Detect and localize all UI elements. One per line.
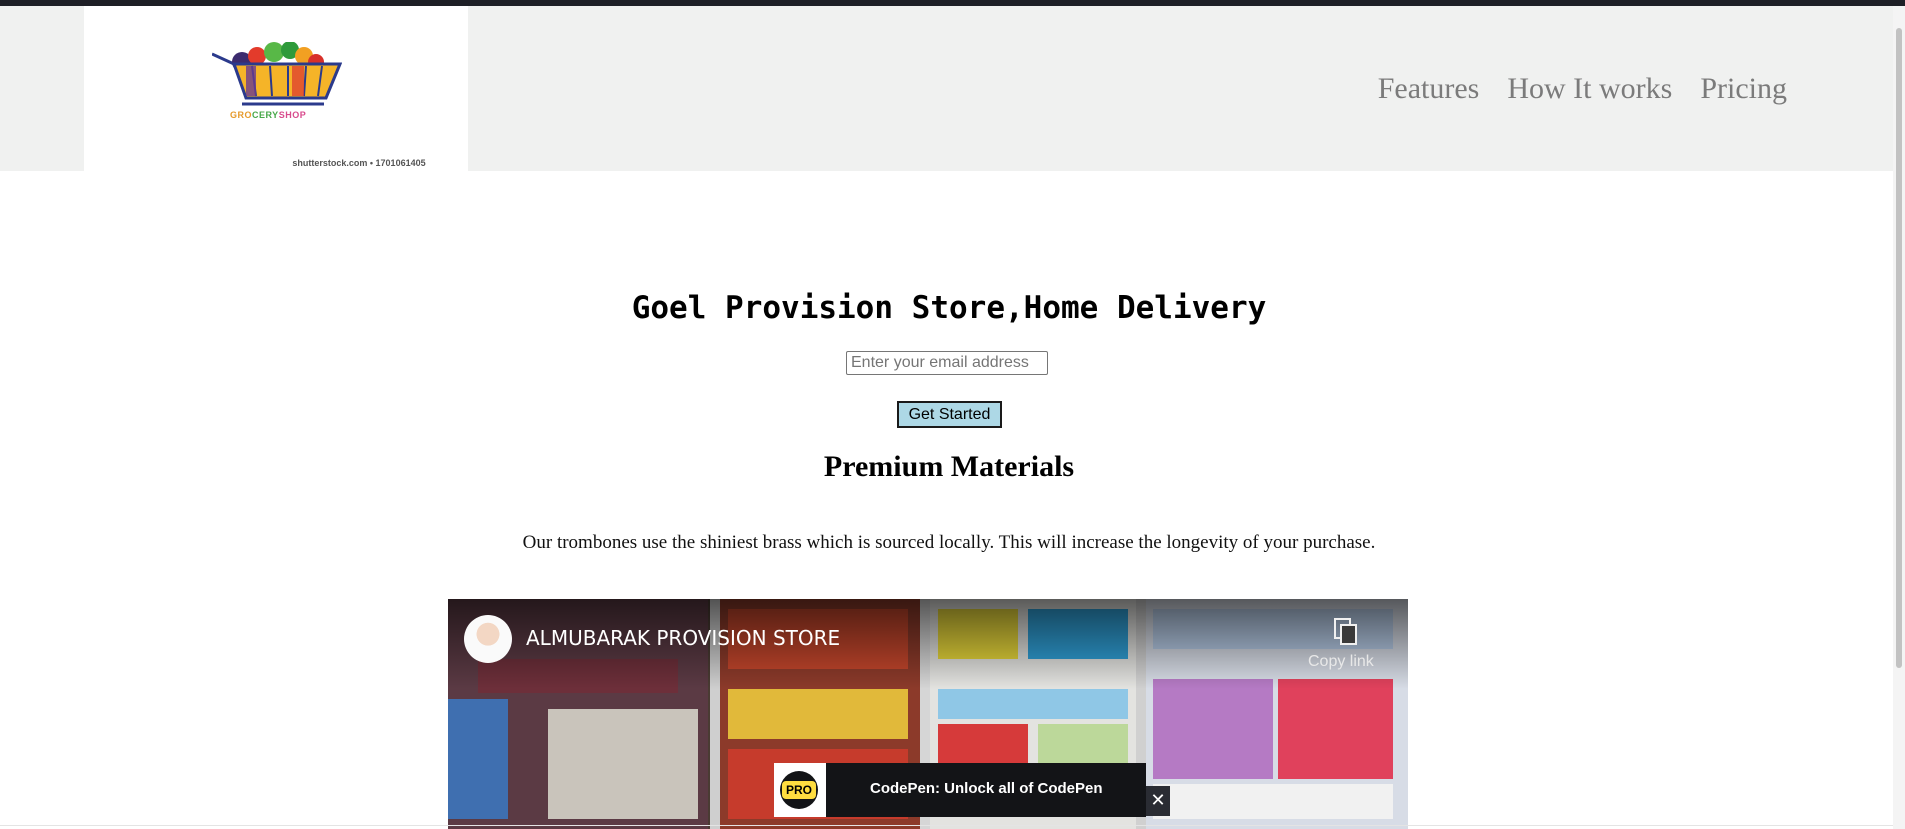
copy-link-label[interactable]: Copy link [1308,653,1374,671]
pro-badge-circle: PRO [780,771,818,809]
logo[interactable]: GROCERYSHOP shutterstock.com • 170106140… [84,6,468,171]
scrollbar-thumb[interactable] [1896,28,1902,668]
hero-title: Goel Provision Store,Home Delivery [631,290,1267,326]
nav-link-pricing[interactable]: Pricing [1700,72,1787,106]
page-bottom-divider [0,825,1893,826]
pro-badge: PRO [774,763,826,817]
email-input[interactable] [846,351,1048,375]
promo-text[interactable]: CodePen: Unlock all of CodePen [870,780,1103,797]
channel-name[interactable]: ALMUBARAK PROVISION STORE [526,626,840,650]
section-title: Premium Materials [823,450,1075,483]
nav-link-features[interactable]: Features [1378,72,1480,106]
site-header: GROCERYSHOP shutterstock.com • 170106140… [0,6,1905,171]
logo-wordmark-part: CERY [252,110,279,120]
logo-wordmark-part: SHOP [278,110,307,120]
page-scrollbar[interactable] [1893,6,1905,829]
logo-watermark: shutterstock.com • 1701061405 [292,158,426,168]
logo-wordmark-part: GRO [230,110,253,120]
get-started-button[interactable]: Get Started [897,401,1002,428]
logo-wordmark: GROCERYSHOP [230,110,306,120]
main-nav: Features How It works Pricing [1378,72,1787,106]
close-icon[interactable]: ✕ [1146,786,1170,816]
copy-icon[interactable] [1333,617,1359,647]
channel-avatar[interactable] [464,615,512,663]
nav-link-how-it-works[interactable]: How It works [1507,72,1672,106]
section-text: Our trombones use the shiniest brass whi… [522,532,1376,553]
codepen-promo-banner[interactable]: PRO CodePen: Unlock all of CodePen [774,763,1146,817]
pro-label: PRO [781,781,816,799]
grocery-cart-icon [212,42,342,106]
